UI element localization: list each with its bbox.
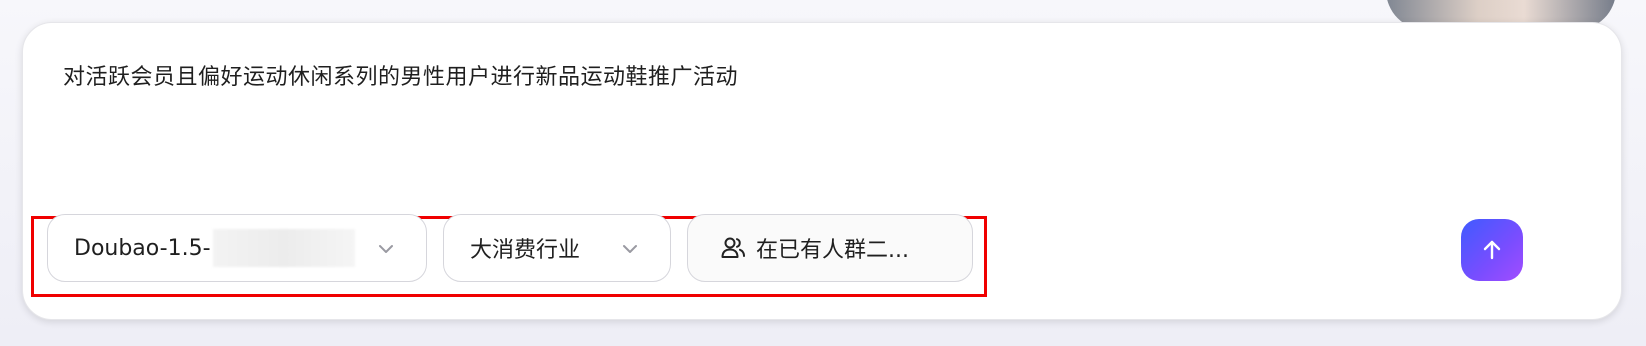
audience-option-button[interactable]: 在已有人群二... (687, 214, 973, 282)
audience-label: 在已有人群二... (756, 238, 909, 263)
send-button[interactable] (1461, 219, 1523, 281)
redacted-model-version (212, 229, 355, 267)
model-label: Doubao-1.5- (74, 235, 211, 261)
users-icon (721, 237, 745, 258)
model-selector[interactable]: Doubao-1.5- (47, 214, 427, 282)
chevron-down-icon (379, 245, 393, 253)
prompt-input[interactable]: 对活跃会员且偏好运动休闲系列的男性用户进行新品运动鞋推广活动 (63, 59, 738, 91)
prompt-card: 对活跃会员且偏好运动休闲系列的男性用户进行新品运动鞋推广活动 Doubao-1.… (22, 22, 1622, 320)
industry-selector[interactable]: 大消费行业 (443, 214, 671, 282)
arrow-up-icon (1483, 240, 1501, 260)
industry-label: 大消费行业 (470, 238, 581, 263)
chevron-down-icon (623, 245, 637, 253)
